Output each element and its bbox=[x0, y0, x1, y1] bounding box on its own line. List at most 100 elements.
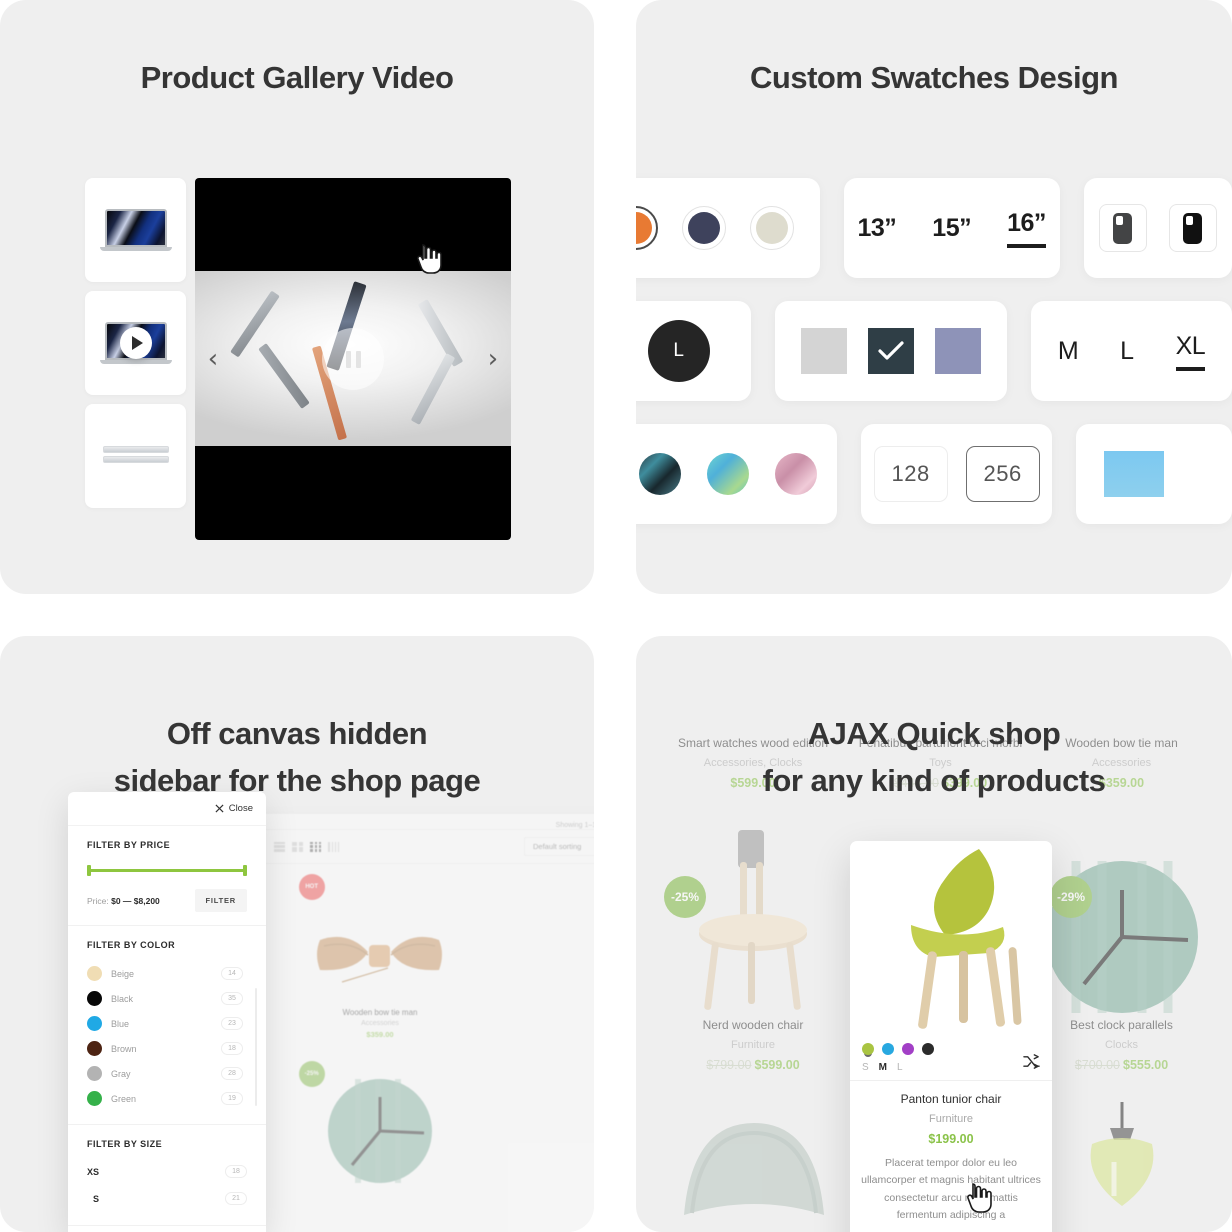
slider-handle-min[interactable] bbox=[87, 865, 91, 876]
product-category: Accessories bbox=[361, 1020, 399, 1027]
color-name: Gray bbox=[111, 1068, 131, 1079]
color-count: 19 bbox=[221, 1092, 243, 1105]
color-name: Black bbox=[111, 993, 134, 1004]
product-image-pendant-lamp bbox=[1033, 1100, 1210, 1220]
color-dot-black bbox=[87, 991, 102, 1006]
filter-color-heading: FILTER BY COLOR bbox=[87, 940, 176, 950]
shop-product-cell[interactable]: -25% bbox=[287, 1051, 474, 1201]
swatch-gradient-pink[interactable] bbox=[774, 453, 817, 495]
gallery-thumb-video[interactable] bbox=[85, 291, 186, 395]
swatch-color-orange[interactable] bbox=[636, 206, 658, 250]
gallery-main-stage[interactable]: ‹ › bbox=[195, 178, 511, 540]
list-item[interactable]: Gray 28 bbox=[87, 1061, 243, 1086]
shop-product-cell-empty bbox=[473, 1051, 594, 1201]
swatch-block-sky-blue[interactable] bbox=[1103, 451, 1164, 497]
quickshop-bg-product[interactable]: -25% Nerd wooden chair Furniture $799.00… bbox=[658, 806, 848, 1084]
quickshop-bg-product[interactable] bbox=[1033, 1088, 1210, 1232]
size-name: S bbox=[93, 1193, 100, 1204]
variant-color-black[interactable] bbox=[922, 1043, 934, 1055]
product-name: Panton tunior chair bbox=[900, 1092, 1002, 1106]
shop-product-cell[interactable]: HOT Wooden bow tie man Accessories $359.… bbox=[287, 864, 474, 1051]
sorting-select[interactable]: Default sorting bbox=[524, 837, 594, 856]
product-gallery: ‹ › bbox=[85, 178, 511, 540]
swatch-square-light-gray[interactable] bbox=[801, 328, 848, 374]
list-item[interactable]: S 21 bbox=[87, 1185, 247, 1212]
panel-offcanvas-sidebar: Off canvas hidden sidebar for the shop p… bbox=[0, 636, 594, 1232]
swatch-gradient-teal-dark[interactable] bbox=[638, 453, 681, 495]
list-item[interactable]: Brown 18 bbox=[87, 1036, 243, 1061]
page-title-offcanvas: Off canvas hidden sidebar for the shop p… bbox=[0, 636, 594, 804]
swatch-size-xl[interactable]: XL bbox=[1175, 332, 1206, 371]
quickshop-bg-product[interactable] bbox=[658, 1088, 848, 1232]
status-badge-discount: -29% bbox=[1050, 876, 1092, 918]
swatch-card-letter: L bbox=[636, 301, 752, 401]
compare-icon[interactable] bbox=[1023, 1053, 1040, 1075]
status-badge-discount: -25% bbox=[298, 1061, 325, 1087]
grid-2-view-icon[interactable] bbox=[292, 841, 304, 852]
swatch-capacity-128[interactable]: 128 bbox=[873, 446, 948, 502]
laptop-image bbox=[99, 209, 172, 251]
list-view-icon[interactable] bbox=[274, 841, 286, 852]
laptop-side-image bbox=[102, 446, 169, 466]
pause-icon[interactable] bbox=[322, 328, 384, 390]
swatch-size-13[interactable]: 13” bbox=[857, 214, 896, 243]
list-item[interactable]: Green 19 bbox=[87, 1086, 243, 1111]
swatch-phone-case-outline[interactable] bbox=[1168, 204, 1217, 252]
close-label: Close bbox=[228, 803, 253, 814]
variant-color-green[interactable] bbox=[862, 1043, 874, 1055]
quickshop-bg-product[interactable]: -29% Best clock parallels Clocks $700.00… bbox=[1033, 806, 1210, 1084]
list-item[interactable]: Beige 14 bbox=[87, 961, 243, 986]
product-category: Furniture bbox=[730, 1039, 776, 1051]
swatch-color-beige[interactable] bbox=[749, 206, 794, 250]
swatch-size-l[interactable]: L bbox=[1120, 337, 1134, 366]
carousel-next-arrow[interactable]: › bbox=[481, 346, 505, 372]
list-item[interactable]: Blue 23 bbox=[87, 1011, 243, 1036]
color-dot-blue bbox=[87, 1016, 102, 1031]
close-icon bbox=[215, 804, 224, 813]
list-item[interactable]: Black 35 bbox=[87, 986, 243, 1011]
product-image-panton-chair bbox=[850, 841, 1052, 1035]
product-image-clock bbox=[1033, 818, 1210, 1018]
gallery-thumb-1[interactable] bbox=[85, 178, 186, 282]
swatch-square-dark-slate[interactable] bbox=[868, 328, 915, 374]
list-item[interactable]: XS 18 bbox=[87, 1158, 247, 1185]
variant-color-purple[interactable] bbox=[902, 1043, 914, 1055]
swatch-size-15[interactable]: 15” bbox=[932, 214, 971, 243]
slider-handle-max[interactable] bbox=[243, 865, 247, 876]
filter-by-size-section: FILTER BY SIZE XS 18 S 21 bbox=[68, 1125, 266, 1226]
grid-4-view-icon[interactable] bbox=[328, 841, 340, 852]
carousel-prev-arrow[interactable]: ‹ bbox=[201, 346, 225, 372]
product-description: Placerat tempor dolor eu leo ullamcorper… bbox=[861, 1157, 1041, 1221]
grid-3-view-icon[interactable] bbox=[310, 841, 322, 852]
variant-color-swatches bbox=[862, 1043, 1040, 1055]
variant-size-s[interactable]: S bbox=[862, 1062, 869, 1073]
color-name: Green bbox=[111, 1093, 137, 1104]
swatch-card-screen-sizes: 13” 15” 16” bbox=[843, 178, 1060, 278]
product-name: Nerd wooden chair bbox=[702, 1018, 804, 1032]
variant-size-m[interactable]: M bbox=[879, 1062, 887, 1073]
sidebar-scrollbar[interactable] bbox=[255, 988, 257, 1106]
status-badge-discount: -25% bbox=[664, 876, 706, 918]
price-range-slider[interactable] bbox=[87, 865, 247, 876]
quick-shop-body: Panton tunior chair Furniture $199.00 Pl… bbox=[850, 1081, 1052, 1232]
swatch-color-navy[interactable] bbox=[681, 206, 726, 250]
filter-by-price-section: FILTER BY PRICE Price: $0 — $8,200 FILTE… bbox=[68, 826, 266, 926]
variant-size-l[interactable]: L bbox=[897, 1062, 903, 1073]
panel-ajax-quick-shop: Smart watches wood edition Accessories, … bbox=[636, 636, 1232, 1232]
swatch-square-periwinkle[interactable] bbox=[935, 328, 982, 374]
swatch-card-capacity: 128 256 bbox=[861, 424, 1052, 524]
gallery-thumbnail-list bbox=[85, 178, 186, 540]
filter-price-heading: FILTER BY PRICE bbox=[87, 840, 171, 850]
apply-filter-button[interactable]: FILTER bbox=[194, 889, 247, 912]
variant-color-blue[interactable] bbox=[882, 1043, 894, 1055]
swatch-size-16[interactable]: 16” bbox=[1007, 209, 1046, 248]
color-count: 28 bbox=[221, 1067, 243, 1080]
gallery-thumb-3[interactable] bbox=[85, 404, 186, 508]
swatch-gradient-teal-light[interactable] bbox=[706, 453, 749, 495]
swatch-size-m[interactable]: M bbox=[1058, 337, 1079, 366]
swatch-row-2: L M L XL bbox=[636, 301, 1232, 401]
swatch-capacity-256[interactable]: 256 bbox=[965, 446, 1040, 502]
swatch-phone-case-black[interactable] bbox=[1098, 204, 1147, 252]
swatch-letter-l[interactable]: L bbox=[647, 320, 710, 382]
quickshop-title-line-1: AJAX Quick shop bbox=[807, 716, 1061, 751]
